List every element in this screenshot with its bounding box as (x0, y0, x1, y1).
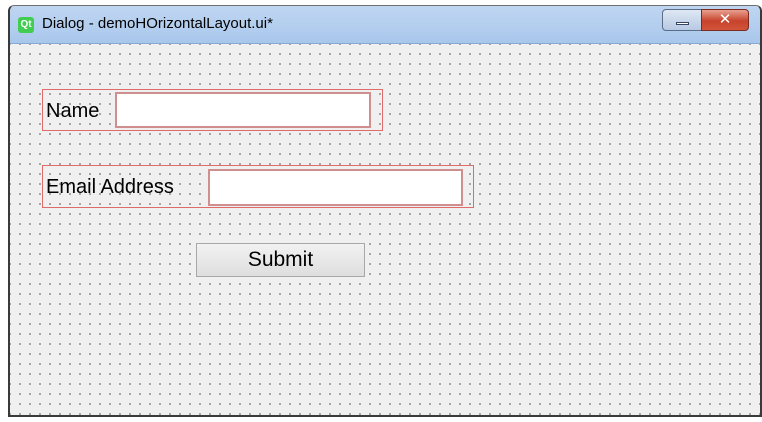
name-input[interactable] (115, 92, 371, 128)
submit-button[interactable]: Submit (196, 243, 365, 277)
form-canvas: Name Email Address Submit (10, 44, 760, 415)
email-address-label: Email Address (46, 176, 174, 198)
email-input[interactable] (208, 169, 463, 206)
name-horizontal-layout: Name (42, 89, 383, 131)
minimize-button[interactable] (662, 9, 702, 31)
minimize-icon (676, 22, 689, 25)
close-icon: ✕ (718, 11, 732, 28)
email-horizontal-layout: Email Address (42, 165, 474, 208)
dialog-window: Qt Dialog - demoHOrizontalLayout.ui* ✕ N… (8, 5, 762, 417)
window-title: Dialog - demoHOrizontalLayout.ui* (42, 15, 273, 32)
qt-logo-icon: Qt (18, 17, 34, 33)
close-button[interactable]: ✕ (701, 9, 749, 31)
title-bar[interactable]: Qt Dialog - demoHOrizontalLayout.ui* ✕ (10, 6, 760, 44)
name-label: Name (46, 100, 100, 122)
